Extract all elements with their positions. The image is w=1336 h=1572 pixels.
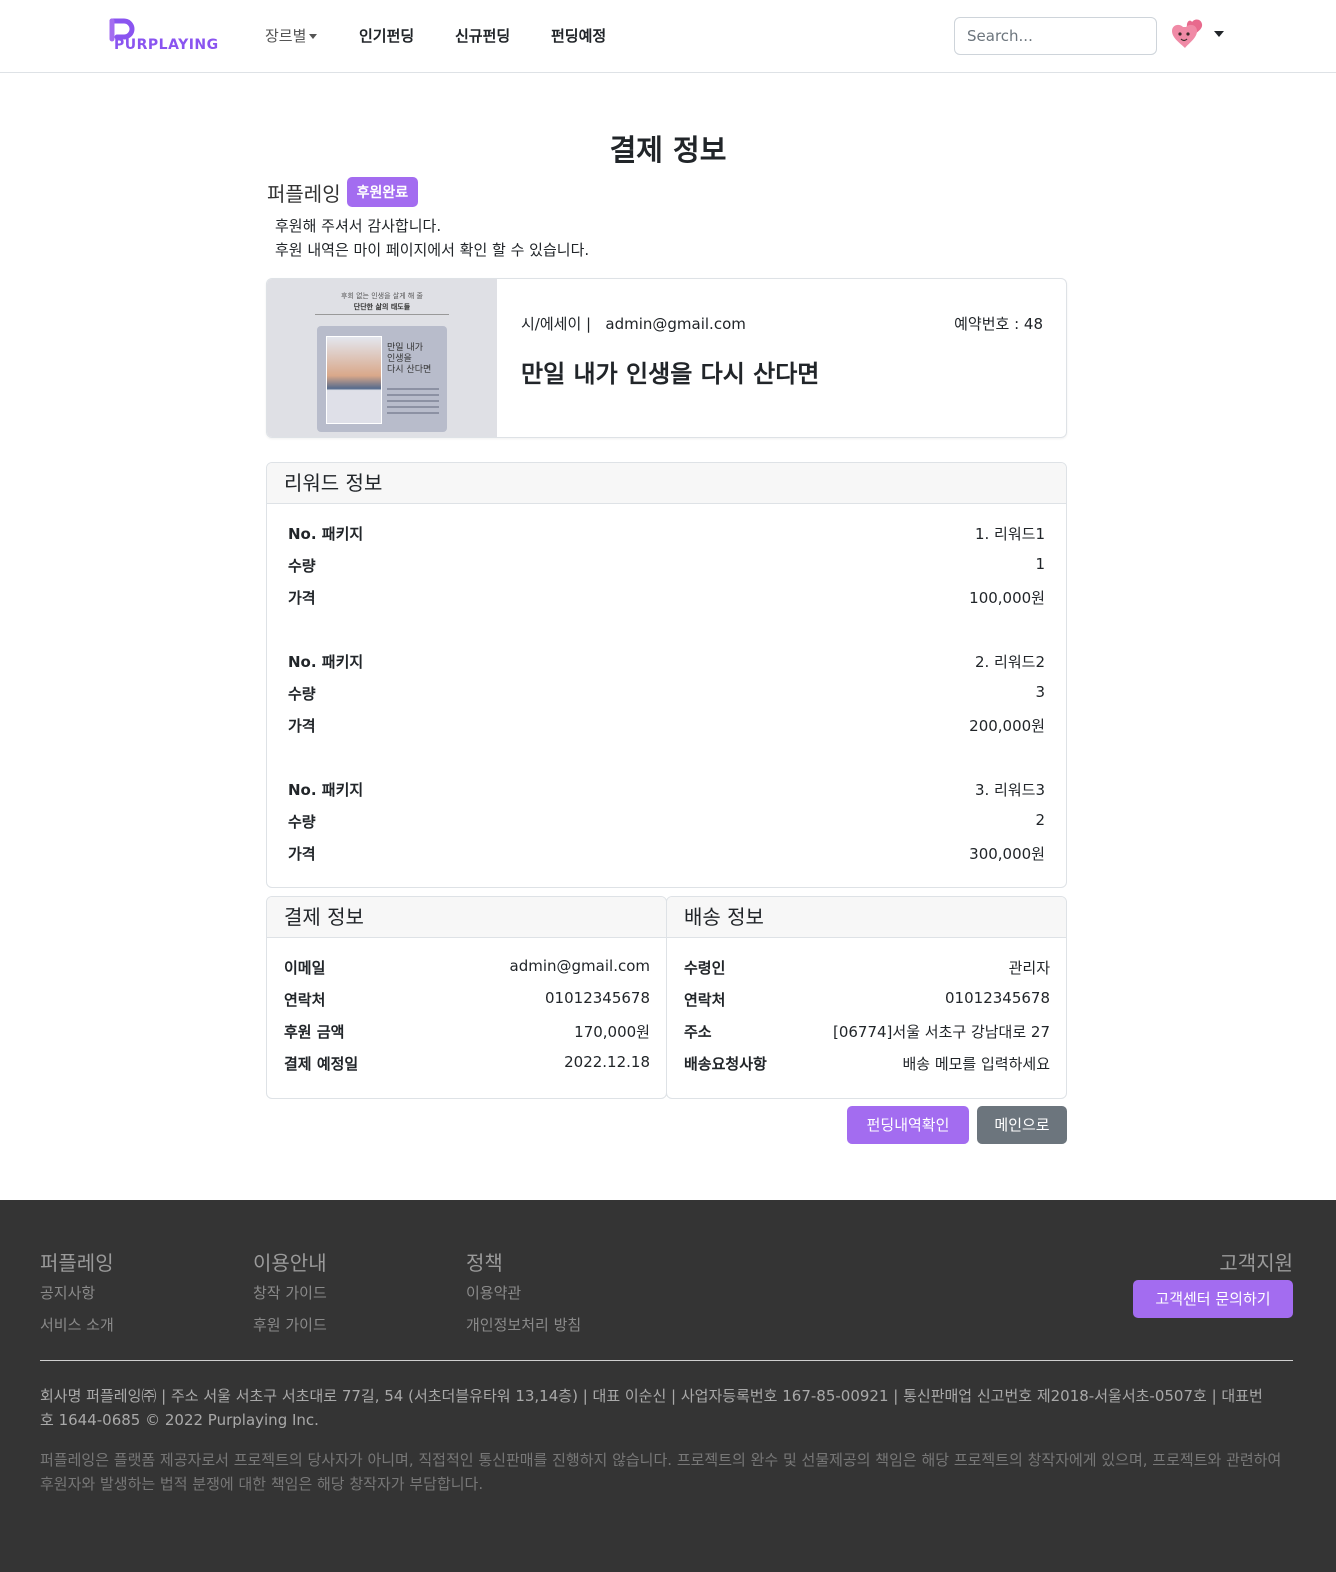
footer-link-about[interactable]: 서비스 소개 bbox=[40, 1314, 114, 1335]
nav-genre-dropdown[interactable]: 장르별 bbox=[265, 25, 318, 46]
thanks-line-1: 후원해 주셔서 감사합니다. bbox=[275, 217, 442, 235]
footer-company-info: 회사명 퍼플레잉㈜ | 주소 서울 서초구 서초대로 77길, 54 (서초더블… bbox=[40, 1387, 1263, 1429]
package-value: 1. 리워드1 bbox=[974, 525, 1045, 543]
funding-history-button[interactable]: 펀딩내역확인 bbox=[847, 1106, 969, 1144]
purplaying-logo[interactable]: PURPLAYING bbox=[108, 17, 230, 57]
shipping-label: 수령인 bbox=[684, 959, 726, 977]
footer-support-title: 고객지원 bbox=[1219, 1251, 1293, 1275]
book-cover-text-lines bbox=[387, 388, 439, 418]
price-label: 가격 bbox=[288, 845, 316, 863]
payment-label: 결제 예정일 bbox=[284, 1055, 359, 1073]
payment-label: 후원 금액 bbox=[284, 1023, 345, 1041]
cover-subtitle: 단단한 삶의 태도들 bbox=[353, 302, 411, 311]
payment-info-card: 결제 정보 이메일 admin@gmail.com 연락처 0101234567… bbox=[266, 896, 667, 1099]
payment-value: admin@gmail.com bbox=[509, 957, 650, 975]
qty-label: 수량 bbox=[288, 813, 316, 831]
footer-link-privacy[interactable]: 개인정보처리 방침 bbox=[466, 1314, 581, 1335]
payment-label: 이메일 bbox=[284, 959, 326, 977]
package-value: 2. 리워드2 bbox=[974, 653, 1045, 671]
search-input[interactable] bbox=[954, 17, 1157, 55]
footer-link-notice[interactable]: 공지사항 bbox=[40, 1282, 95, 1303]
qty-value: 2 bbox=[1035, 811, 1045, 829]
product-image[interactable]: 후회 없는 인생을 살게 해 줄 단단한 삶의 태도들 만일 내가 인생을 다시… bbox=[267, 279, 497, 437]
footer-divider bbox=[40, 1360, 1293, 1361]
package-value: 3. 리워드3 bbox=[974, 781, 1045, 799]
reward-info-card: 리워드 정보 No. 패키지 1. 리워드1 수량 1 가격 100,000원 … bbox=[266, 462, 1067, 888]
shipping-value: 배송 메모를 입력하세요 bbox=[902, 1055, 1050, 1073]
package-label: No. 패키지 bbox=[288, 653, 364, 671]
customer-center-button[interactable]: 고객센터 문의하기 bbox=[1133, 1280, 1293, 1318]
payment-value: 2022.12.18 bbox=[564, 1053, 650, 1071]
top-navbar: PURPLAYING 장르별 인기펀딩 신규펀딩 펀딩예정 bbox=[0, 0, 1336, 73]
qty-label: 수량 bbox=[288, 557, 316, 575]
product-creator-email: admin@gmail.com bbox=[605, 315, 746, 333]
chevron-down-icon bbox=[309, 34, 318, 39]
thanks-message: 후원해 주셔서 감사합니다. 후원 내역은 마이 페이지에서 확인 할 수 있습… bbox=[275, 214, 589, 262]
qty-value: 3 bbox=[1035, 683, 1045, 701]
shipping-label: 연락처 bbox=[684, 991, 726, 1009]
price-label: 가격 bbox=[288, 589, 316, 607]
price-value: 300,000원 bbox=[969, 845, 1045, 863]
shipping-value: 01012345678 bbox=[945, 989, 1050, 1007]
nav-upcoming-funding[interactable]: 펀딩예정 bbox=[551, 25, 606, 46]
product-card: 후회 없는 인생을 살게 해 줄 단단한 삶의 태도들 만일 내가 인생을 다시… bbox=[266, 278, 1067, 438]
reward-info-header: 리워드 정보 bbox=[267, 463, 1066, 504]
shipping-label: 배송요청사항 bbox=[684, 1055, 767, 1073]
payment-value: 170,000원 bbox=[574, 1023, 650, 1041]
book-cover-title: 만일 내가 인생을 다시 산다면 bbox=[387, 343, 432, 375]
footer-link-creator-guide[interactable]: 창작 가이드 bbox=[253, 1282, 327, 1303]
package-label: No. 패키지 bbox=[288, 525, 364, 543]
cover-divider bbox=[315, 314, 449, 315]
footer-notice: 퍼플레잉은 플랫폼 제공자로서 프로젝트의 당사자가 아니며, 직접적인 통신판… bbox=[40, 1451, 1282, 1493]
logo-text: PURPLAYING bbox=[114, 37, 219, 53]
reservation-number: 예약번호 : 48 bbox=[954, 315, 1043, 333]
brand-row: 퍼플레잉 후원완료 bbox=[267, 177, 419, 207]
price-value: 100,000원 bbox=[969, 589, 1045, 607]
book-cover-art bbox=[326, 336, 382, 424]
footer-col-guide-title: 이용안내 bbox=[253, 1251, 327, 1275]
thanks-line-2: 후원 내역은 마이 페이지에서 확인 할 수 있습니다. bbox=[275, 241, 590, 259]
qty-label: 수량 bbox=[288, 685, 316, 703]
footer-link-terms[interactable]: 이용약관 bbox=[466, 1282, 521, 1303]
package-label: No. 패키지 bbox=[288, 781, 364, 799]
nav-new-funding[interactable]: 신규펀딩 bbox=[455, 25, 510, 46]
payment-value: 01012345678 bbox=[545, 989, 650, 1007]
product-category: 시/에세이 | bbox=[521, 315, 592, 333]
payment-info-header: 결제 정보 bbox=[267, 897, 666, 938]
shipping-info-header: 배송 정보 bbox=[667, 897, 1066, 938]
nav-genre-label: 장르별 bbox=[265, 27, 307, 45]
qty-value: 1 bbox=[1035, 555, 1045, 573]
footer: 퍼플레잉 공지사항 서비스 소개 이용안내 창작 가이드 후원 가이드 정책 이… bbox=[0, 1200, 1336, 1572]
page-title: 결제 정보 bbox=[609, 133, 727, 167]
status-badge: 후원완료 bbox=[346, 177, 419, 207]
shipping-label: 주소 bbox=[684, 1023, 712, 1041]
go-main-button[interactable]: 메인으로 bbox=[977, 1106, 1067, 1144]
shipping-info-card: 배송 정보 수령인 관리자 연락처 01012345678 주소 [06774]… bbox=[666, 896, 1067, 1099]
price-value: 200,000원 bbox=[969, 717, 1045, 735]
cover-tagline: 후회 없는 인생을 살게 해 줄 bbox=[341, 292, 423, 300]
product-meta: 시/에세이 | admin@gmail.com bbox=[521, 313, 746, 334]
footer-col-policy-title: 정책 bbox=[466, 1251, 503, 1275]
footer-link-backer-guide[interactable]: 후원 가이드 bbox=[253, 1314, 327, 1335]
product-title[interactable]: 만일 내가 인생을 다시 산다면 bbox=[521, 354, 819, 389]
footer-col-company-title: 퍼플레잉 bbox=[40, 1251, 114, 1275]
book-cover: 만일 내가 인생을 다시 산다면 bbox=[317, 326, 447, 432]
brand-name: 퍼플레잉 bbox=[267, 181, 341, 206]
user-menu-caret-icon[interactable] bbox=[1214, 31, 1224, 37]
nav-popular-funding[interactable]: 인기펀딩 bbox=[359, 25, 414, 46]
user-avatar-heart-icon[interactable] bbox=[1170, 18, 1206, 52]
payment-label: 연락처 bbox=[284, 991, 326, 1009]
shipping-value: 관리자 bbox=[1008, 959, 1050, 977]
shipping-value: [06774]서울 서초구 강남대로 27 bbox=[832, 1023, 1050, 1041]
price-label: 가격 bbox=[288, 717, 316, 735]
